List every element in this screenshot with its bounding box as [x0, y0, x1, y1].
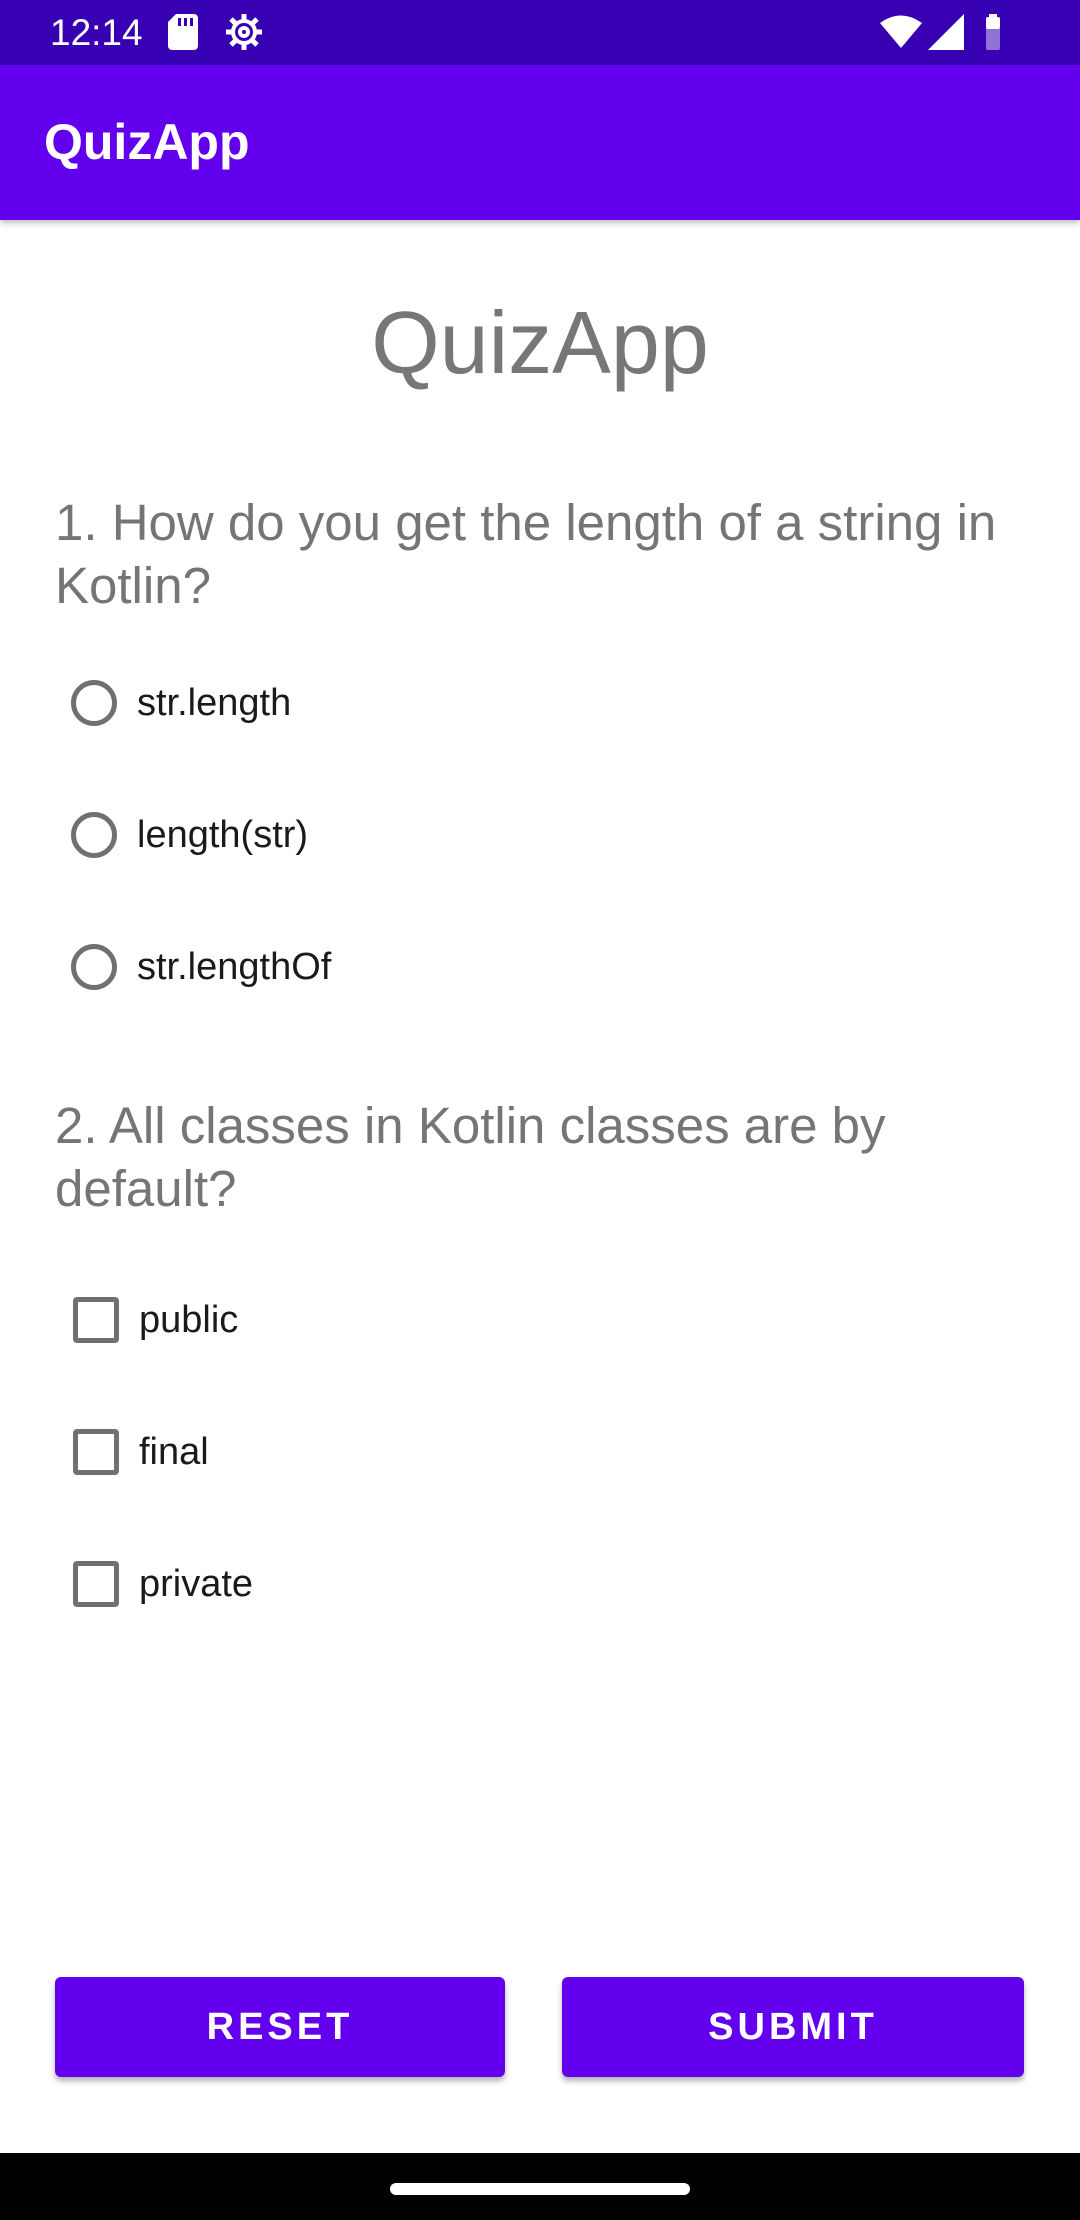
checkbox[interactable] — [73, 1561, 119, 1607]
option-radio-3[interactable]: str.lengthOf — [55, 917, 331, 1017]
option-label: final — [139, 1430, 209, 1473]
radio-button[interactable] — [71, 812, 117, 858]
option-label: public — [139, 1298, 239, 1341]
wifi-icon — [880, 14, 922, 54]
settings-icon — [224, 12, 264, 56]
option-label: length(str) — [137, 813, 309, 856]
option-label: str.length — [137, 681, 292, 724]
home-indicator[interactable] — [390, 2183, 690, 2195]
app-bar-title: QuizApp — [44, 114, 250, 170]
app-bar: QuizApp — [0, 65, 1080, 220]
page-title: QuizApp — [371, 293, 709, 392]
option-label: private — [139, 1562, 254, 1605]
status-bar: 12:14 — [0, 0, 1080, 65]
navigation-bar — [0, 2153, 1080, 2220]
option-radio-1[interactable]: str.length — [55, 653, 291, 753]
reset-button[interactable]: RESET — [55, 1977, 505, 2077]
signal-icon — [928, 14, 964, 54]
option-label: str.lengthOf — [137, 945, 332, 988]
checkbox[interactable] — [73, 1429, 119, 1475]
option-checkbox-1[interactable]: public — [55, 1270, 238, 1370]
option-checkbox-3[interactable]: private — [55, 1534, 253, 1634]
radio-button[interactable] — [71, 944, 117, 990]
radio-button[interactable] — [71, 680, 117, 726]
option-checkbox-2[interactable]: final — [55, 1402, 209, 1502]
battery-icon — [984, 14, 1002, 54]
question-1-text: 1. How do you get the length of a string… — [55, 494, 997, 614]
submit-button[interactable]: SUBMIT — [562, 1977, 1024, 2077]
sd-card-icon — [168, 14, 198, 54]
option-radio-2[interactable]: length(str) — [55, 785, 308, 885]
status-time: 12:14 — [50, 12, 143, 53]
checkbox[interactable] — [73, 1297, 119, 1343]
quiz-screen: 12:14 QuizApp QuizApp 1. How do you get … — [0, 0, 1080, 2220]
question-2-text: 2. All classes in Kotlin classes are by … — [55, 1097, 886, 1217]
